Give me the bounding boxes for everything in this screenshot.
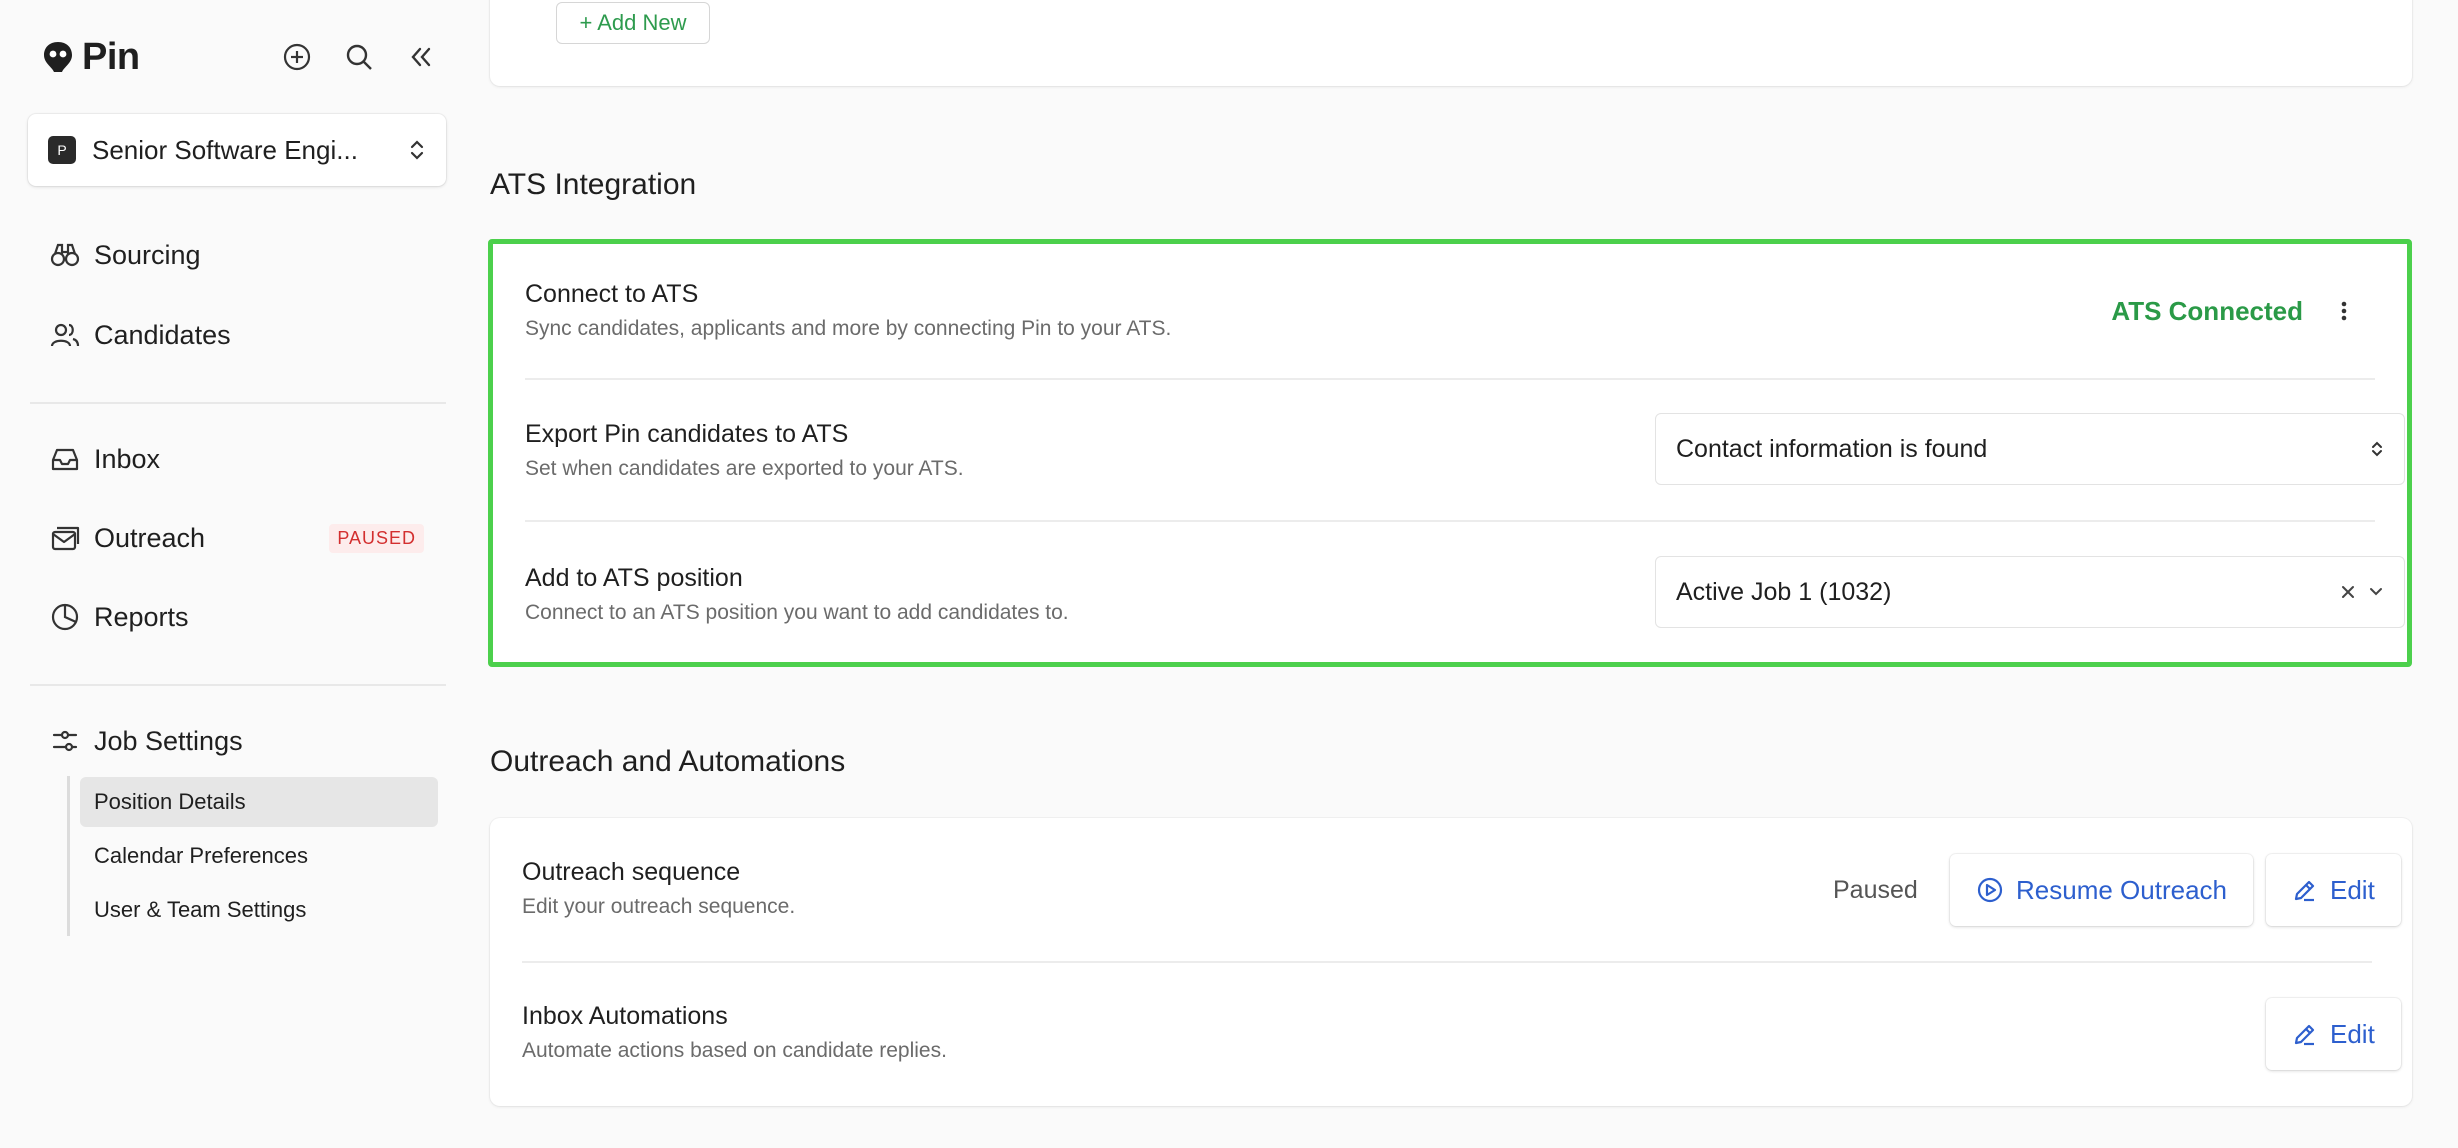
- add-new-button[interactable]: + Add New: [556, 2, 710, 44]
- ats-connect-title: Connect to ATS: [525, 280, 699, 308]
- row-separator: [525, 520, 2375, 522]
- resume-outreach-button[interactable]: Resume Outreach: [1950, 854, 2253, 926]
- inbox-automations-title: Inbox Automations: [522, 1002, 728, 1030]
- ats-position-value: Active Job 1 (1032): [1676, 577, 1892, 606]
- previous-section-card: + Add New: [490, 0, 2412, 86]
- chevron-up-down-icon: [2372, 441, 2382, 457]
- ats-integration-card: Connect to ATS Sync candidates, applican…: [488, 239, 2412, 667]
- brand-actions: [278, 38, 440, 76]
- main-content: + Add New ATS Integration Connect to ATS…: [460, 0, 2458, 1148]
- search-icon[interactable]: [340, 38, 378, 76]
- nav-item-inbox[interactable]: Inbox: [50, 432, 430, 486]
- nav-item-candidates[interactable]: Candidates: [50, 308, 430, 362]
- pie-chart-icon: [50, 602, 80, 632]
- brand-name: Pin: [82, 35, 140, 78]
- edit-inbox-automations-button[interactable]: Edit: [2266, 998, 2401, 1070]
- chevron-up-down-icon: [410, 140, 424, 160]
- sidebar: Pin P Senior Software Engi... Sourcing C…: [0, 0, 460, 1148]
- export-trigger-select[interactable]: Contact information is found: [1655, 413, 2405, 485]
- outreach-paused-badge: PAUSED: [329, 523, 424, 553]
- section-title-outreach: Outreach and Automations: [490, 745, 846, 778]
- row-separator: [522, 961, 2372, 963]
- nav-label-outreach: Outreach: [94, 522, 206, 553]
- edit-inbox-automations-label: Edit: [2330, 1018, 2375, 1049]
- ats-position-select[interactable]: Active Job 1 (1032): [1655, 556, 2405, 628]
- resume-outreach-label: Resume Outreach: [2016, 874, 2227, 905]
- section-title-ats: ATS Integration: [490, 168, 697, 201]
- nav-item-outreach[interactable]: Outreach PAUSED: [50, 511, 430, 565]
- nav-label-inbox: Inbox: [94, 443, 161, 474]
- inbox-automations-desc: Automate actions based on candidate repl…: [522, 1039, 947, 1062]
- ats-connect-row: Connect to ATS Sync candidates, applican…: [525, 280, 2375, 341]
- play-circle-icon: [1977, 877, 2003, 903]
- users-icon: [50, 320, 80, 350]
- nav-item-reports[interactable]: Reports: [50, 590, 430, 644]
- inbox-automations-row: Inbox Automations Automate actions based…: [522, 1002, 2372, 1063]
- job-selector[interactable]: P Senior Software Engi...: [28, 114, 446, 186]
- more-options-icon[interactable]: [2329, 296, 2359, 326]
- subnav-user-team-settings[interactable]: User & Team Settings: [80, 885, 438, 935]
- nav-label-sourcing: Sourcing: [94, 239, 201, 270]
- add-circle-icon[interactable]: [278, 38, 316, 76]
- nav-label-reports: Reports: [94, 601, 189, 632]
- ats-connected-status: ATS Connected: [2111, 296, 2303, 326]
- app-window: Pin P Senior Software Engi... Sourcing C…: [0, 0, 2458, 1148]
- row-separator: [525, 378, 2375, 380]
- sidebar-divider: [30, 402, 446, 404]
- ats-connect-desc: Sync candidates, applicants and more by …: [525, 317, 1172, 340]
- collapse-sidebar-icon[interactable]: [402, 38, 440, 76]
- settings-sliders-icon: [50, 726, 80, 756]
- subnav-position-details[interactable]: Position Details: [80, 777, 438, 827]
- submenu-guide-line: [67, 776, 70, 936]
- edit-sequence-label: Edit: [2330, 874, 2375, 905]
- binoculars-icon: [50, 240, 80, 270]
- chevron-down-icon: [2368, 586, 2384, 598]
- export-trigger-value: Contact information is found: [1676, 434, 1988, 463]
- pencil-icon: [2294, 1024, 2315, 1046]
- subnav-calendar-preferences[interactable]: Calendar Preferences: [80, 831, 438, 881]
- sidebar-divider: [30, 684, 446, 686]
- nav-item-sourcing[interactable]: Sourcing: [50, 228, 430, 282]
- job-name: Senior Software Engi...: [92, 134, 358, 165]
- outreach-automations-card: Outreach sequence Edit your outreach seq…: [490, 818, 2412, 1106]
- inbox-icon: [50, 444, 80, 474]
- pencil-icon: [2294, 880, 2315, 902]
- brand-row: Pin: [40, 30, 440, 84]
- clear-icon[interactable]: [2340, 584, 2356, 600]
- mail-stack-icon: [50, 523, 80, 553]
- nav-label-job-settings: Job Settings: [94, 725, 243, 756]
- outreach-status-text: Paused: [1833, 876, 1918, 904]
- nav-label-candidates: Candidates: [94, 319, 231, 350]
- job-avatar: P: [48, 136, 76, 164]
- pin-logo-icon: [44, 42, 72, 72]
- edit-sequence-button[interactable]: Edit: [2266, 854, 2401, 926]
- nav-item-job-settings[interactable]: Job Settings: [50, 714, 430, 768]
